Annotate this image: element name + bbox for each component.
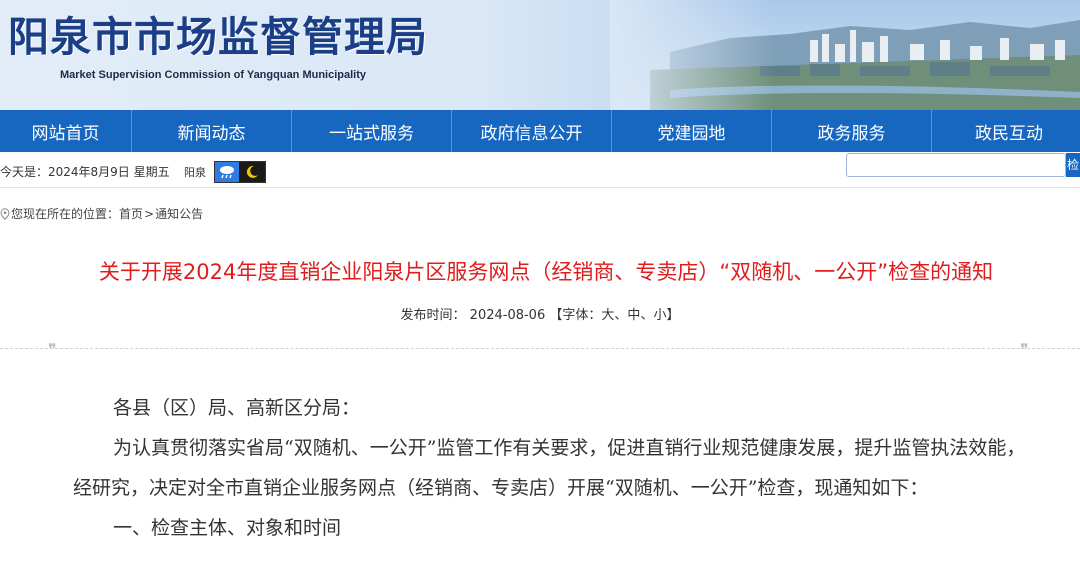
breadcrumb-current-link[interactable]: 通知公告 — [155, 205, 203, 222]
nav-item-home[interactable]: 网站首页 — [0, 110, 132, 152]
city-skyline-image — [610, 0, 1080, 110]
nav-item-party-building[interactable]: 党建园地 — [612, 110, 772, 152]
section-heading: 一、检查主体、对象和时间 — [113, 517, 342, 539]
article-meta: 发布时间： 2024-08-06 【字体：大、中、小】 — [400, 308, 680, 323]
nav-item-news[interactable]: 新闻动态 — [132, 110, 292, 152]
article-body: 各县（区）局、高新区分局： 为认真贯彻落实省局“双随机、一公开”监管工作有关要求… — [73, 388, 1028, 548]
site-banner: 阳泉市市场监督管理局 Market Supervision Commission… — [0, 0, 1080, 110]
breadcrumb-home-link[interactable]: 首页 — [119, 205, 143, 222]
breadcrumb-separator: > — [144, 206, 155, 221]
location-pin-icon — [0, 207, 10, 220]
nav-item-gov-service[interactable]: 政务服务 — [772, 110, 932, 152]
font-size-medium-button[interactable]: 中 — [627, 308, 640, 323]
font-size-small-button[interactable]: 小 — [653, 308, 666, 323]
search-button[interactable]: 检 — [1066, 153, 1080, 177]
content-divider — [0, 348, 1080, 350]
font-size-large-button[interactable]: 大 — [601, 308, 614, 323]
site-title: 阳泉市市场监督管理局 — [8, 13, 428, 61]
breadcrumb: 您现在所在的位置： 首页 > 通知公告 — [0, 205, 203, 222]
nav-item-interaction[interactable]: 政民互动 — [932, 110, 1080, 152]
nav-item-one-stop-service[interactable]: 一站式服务 — [292, 110, 452, 152]
current-date: 今天是：2024年8月9日 星期五 — [0, 165, 170, 179]
font-size-close: 】 — [666, 308, 680, 323]
weather-city: 阳泉 — [184, 166, 206, 179]
search-input[interactable] — [846, 153, 1066, 177]
nav-item-gov-info[interactable]: 政府信息公开 — [452, 110, 612, 152]
salutation-paragraph: 各县（区）局、高新区分局： — [113, 397, 361, 419]
publish-date: 2024-08-06 — [469, 308, 546, 323]
moon-icon — [239, 162, 265, 182]
breadcrumb-prefix: 您现在所在的位置： — [11, 207, 120, 221]
publish-label: 发布时间： — [400, 308, 466, 323]
main-nav: 网站首页 新闻动态 一站式服务 政府信息公开 党建园地 政务服务 政民互动 — [0, 110, 1080, 152]
body-paragraph: 为认真贯彻落实省局“双随机、一公开”监管工作有关要求，促进直销行业规范健康发展，… — [73, 437, 1026, 499]
quote-decoration-icon: ❞ — [1020, 340, 1029, 359]
rain-cloud-icon — [215, 162, 239, 182]
site-subtitle: Market Supervision Commission of Yangqua… — [60, 69, 367, 81]
quote-decoration-icon: ❞ — [48, 340, 57, 359]
article-title: 关于开展2024年度直销企业阳泉片区服务网点（经销商、专卖店）“双随机、一公开”… — [98, 260, 994, 284]
font-size-label: 【字体： — [549, 308, 602, 323]
weather-widget — [214, 161, 266, 183]
